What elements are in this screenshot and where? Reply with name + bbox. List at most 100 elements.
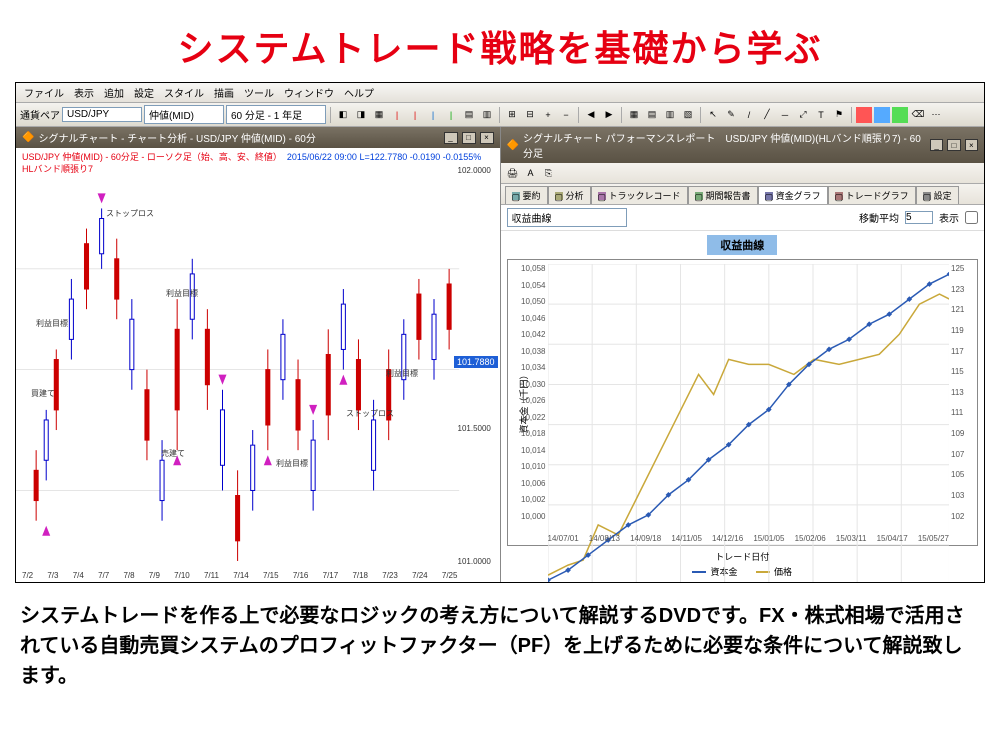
- text-icon[interactable]: T: [813, 107, 829, 123]
- show-label: 表示: [939, 210, 959, 225]
- layout-icon[interactable]: ▥: [662, 107, 678, 123]
- performance-report-panel: 🔶 シグナルチャート パフォーマンスレポート USD/JPY 仲値(MID)(H…: [501, 127, 985, 582]
- tool-icon[interactable]: ⊟: [522, 107, 538, 123]
- tool-icon[interactable]: |: [407, 107, 423, 123]
- arrow-left-icon[interactable]: ◀: [583, 107, 599, 123]
- tool-icon[interactable]: ◧: [335, 107, 351, 123]
- export-icon[interactable]: ⎘: [541, 165, 557, 181]
- line-icon[interactable]: ─: [777, 107, 793, 123]
- print-icon[interactable]: 🖨: [505, 165, 521, 181]
- logo-icon: 🔶: [22, 132, 34, 143]
- more-icon[interactable]: ⋯: [928, 107, 944, 123]
- trend-icon[interactable]: ⤢: [795, 107, 811, 123]
- main-toolbar: 通貨ペア USD/JPY 仲値(MID) 60 分足 - 1 年足 ◧ ◨ ▦ …: [16, 103, 984, 127]
- equity-chart[interactable]: 資本金（千円） 10,05810,05410,05010,04610,04210…: [507, 259, 979, 546]
- cursor-icon[interactable]: ↖: [705, 107, 721, 123]
- tab-summary[interactable]: ▢要約: [505, 186, 548, 204]
- moving-avg-input[interactable]: [905, 211, 933, 224]
- equity-chart-title: 収益曲線: [707, 235, 777, 255]
- report-tabs: ▢要約 ▢分析 ▢トラックレコード ▢期間報告書 ▢資金グラフ ▢トレードグラフ…: [501, 184, 985, 205]
- menu-view[interactable]: 表示: [74, 85, 94, 100]
- tab-capital-graph[interactable]: ▢資金グラフ: [758, 186, 828, 204]
- zoom-in-icon[interactable]: +: [540, 107, 556, 123]
- graph-selector-row: 収益曲線 移動平均 表示: [501, 205, 985, 231]
- tool-icon[interactable]: |: [443, 107, 459, 123]
- annotation: 売建て: [161, 448, 185, 459]
- pair-dropdown[interactable]: USD/JPY: [62, 107, 142, 122]
- menu-tool[interactable]: ツール: [244, 85, 274, 100]
- x-axis: 7/27/37/47/77/87/97/107/117/147/157/167/…: [22, 571, 458, 580]
- tab-track-record[interactable]: ▢トラックレコード: [591, 186, 688, 204]
- tool-icon[interactable]: ▦: [371, 107, 387, 123]
- menubar: ファイル 表示 追加 設定 スタイル 描画 ツール ウィンドウ ヘルプ: [16, 83, 984, 103]
- annotation: 利益目標: [276, 458, 308, 469]
- layout-icon[interactable]: ▦: [626, 107, 642, 123]
- tool-icon[interactable]: |: [425, 107, 441, 123]
- candlestick-chart[interactable]: USD/JPY 仲値(MID) - 60分足 - ローソク足（始、高、安、終値）…: [16, 148, 500, 582]
- tab-period-report[interactable]: ▢期間報告書: [688, 186, 758, 204]
- menu-window[interactable]: ウィンドウ: [284, 85, 334, 100]
- menu-draw[interactable]: 描画: [214, 85, 234, 100]
- tab-trade-graph[interactable]: ▢トレードグラフ: [828, 186, 916, 204]
- timeframe-dropdown[interactable]: 60 分足 - 1 年足: [226, 105, 326, 124]
- close-icon[interactable]: ×: [965, 139, 978, 151]
- candlestick-svg: [16, 148, 499, 582]
- color-icon[interactable]: [874, 107, 890, 123]
- left-panel-titlebar: 🔶 シグナルチャート - チャート分析 - USD/JPY 仲値(MID) - …: [16, 127, 500, 148]
- line-icon[interactable]: ╱: [759, 107, 775, 123]
- close-icon[interactable]: ×: [480, 132, 494, 144]
- pencil-icon[interactable]: ✎: [723, 107, 739, 123]
- show-checkbox[interactable]: [965, 211, 978, 224]
- tool-icon[interactable]: ▥: [479, 107, 495, 123]
- tool-icon[interactable]: ⊞: [504, 107, 520, 123]
- curve-selector[interactable]: 収益曲線: [507, 208, 627, 227]
- maximize-icon[interactable]: □: [462, 132, 476, 144]
- annotation: ストップロス: [346, 408, 394, 419]
- chart-analysis-panel: 🔶 シグナルチャート - チャート分析 - USD/JPY 仲値(MID) - …: [16, 127, 501, 582]
- y-axis-left: 10,05810,05410,05010,04610,04210,03810,0…: [510, 264, 546, 521]
- mid-dropdown[interactable]: 仲値(MID): [144, 105, 224, 124]
- tool-icon[interactable]: ▤: [461, 107, 477, 123]
- left-panel-title: シグナルチャート - チャート分析 - USD/JPY 仲値(MID) - 60…: [38, 130, 315, 145]
- menu-add[interactable]: 追加: [104, 85, 124, 100]
- page-description: システムトレードを作る上で必要なロジックの考え方について解説するDVDです。FX…: [0, 583, 1000, 691]
- minimize-icon[interactable]: _: [444, 132, 458, 144]
- minimize-icon[interactable]: _: [930, 139, 943, 151]
- annotation: 買建て: [31, 388, 55, 399]
- menu-style[interactable]: スタイル: [164, 85, 204, 100]
- maximize-icon[interactable]: □: [947, 139, 960, 151]
- tab-analysis[interactable]: ▢分析: [548, 186, 591, 204]
- page-title: システムトレード戦略を基礎から学ぶ: [0, 0, 1000, 82]
- layout-icon[interactable]: ▧: [680, 107, 696, 123]
- x-axis: 14/07/0114/08/1314/09/1814/11/0514/12/16…: [548, 534, 950, 543]
- arrow-right-icon[interactable]: ▶: [601, 107, 617, 123]
- report-toolbar: 🖨 A ⎘: [501, 163, 985, 184]
- moving-avg-label: 移動平均: [859, 210, 899, 225]
- pair-label: 通貨ペア: [20, 107, 60, 122]
- tool-icon[interactable]: |: [389, 107, 405, 123]
- annotation: 利益目標: [166, 288, 198, 299]
- color-icon[interactable]: [856, 107, 872, 123]
- annotation: 利益目標: [386, 368, 418, 379]
- menu-file[interactable]: ファイル: [24, 85, 64, 100]
- y-axis-right: 125123121119117115113111109107105103102: [951, 264, 975, 521]
- tool-icon[interactable]: ◨: [353, 107, 369, 123]
- eraser-icon[interactable]: ⌫: [910, 107, 926, 123]
- annotation: 利益目標: [36, 318, 68, 329]
- font-icon[interactable]: A: [523, 165, 539, 181]
- logo-icon: 🔶: [507, 140, 519, 151]
- right-panel-titlebar: 🔶 シグナルチャート パフォーマンスレポート USD/JPY 仲値(MID)(H…: [501, 127, 985, 163]
- flag-icon[interactable]: ⚑: [831, 107, 847, 123]
- annotation: ストップロス: [106, 208, 154, 219]
- right-panel-title: シグナルチャート パフォーマンスレポート USD/JPY 仲値(MID)(HLバ…: [523, 130, 922, 160]
- layout-icon[interactable]: ▤: [644, 107, 660, 123]
- x-axis-label: トレード日付: [501, 550, 985, 563]
- menu-help[interactable]: ヘルプ: [344, 85, 374, 100]
- trading-app-window: ファイル 表示 追加 設定 スタイル 描画 ツール ウィンドウ ヘルプ 通貨ペア…: [15, 82, 985, 583]
- line-icon[interactable]: /: [741, 107, 757, 123]
- color-icon[interactable]: [892, 107, 908, 123]
- tab-settings[interactable]: ▢設定: [916, 186, 959, 204]
- zoom-out-icon[interactable]: −: [558, 107, 574, 123]
- current-price-tag: 101.7880: [454, 356, 498, 368]
- menu-settings[interactable]: 設定: [134, 85, 154, 100]
